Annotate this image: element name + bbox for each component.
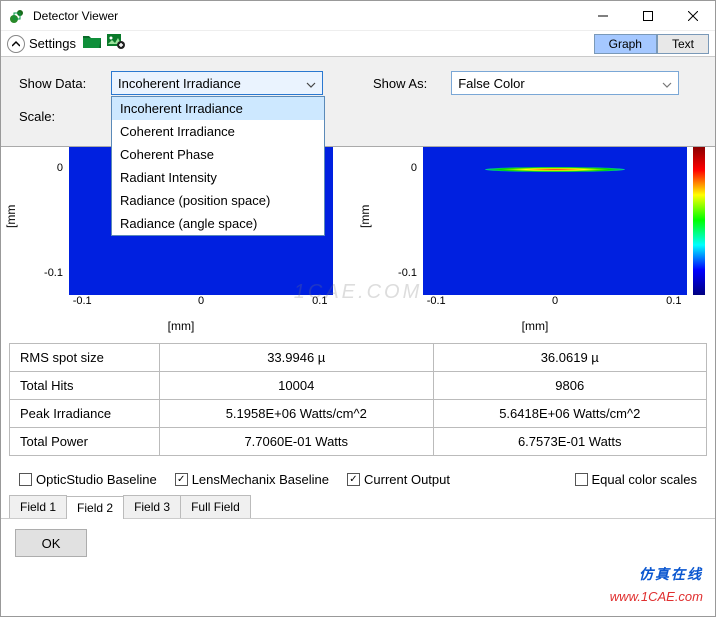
table-row: Peak Irradiance 5.1958E+06 Watts/cm^2 5.… <box>10 400 707 428</box>
show-as-value: False Color <box>458 76 524 91</box>
checkbox-row: OpticStudio Baseline LensMechanix Baseli… <box>1 464 715 495</box>
plots-area: [mm 0 -0.1 -0.1 0 0.1 [mm] [mm 0 -0.1 -0… <box>1 145 715 335</box>
y-ticks: 0 -0.1 <box>389 145 421 295</box>
checkbox-box-icon <box>347 473 360 486</box>
dropdown-option[interactable]: Coherent Irradiance <box>112 120 324 143</box>
row-label: Peak Irradiance <box>10 400 160 428</box>
y-ticks: 0 -0.1 <box>35 145 67 295</box>
titlebar: Detector Viewer <box>1 1 715 31</box>
ok-button[interactable]: OK <box>15 529 87 557</box>
show-as-combobox[interactable]: False Color <box>451 71 679 95</box>
table-row: RMS spot size 33.9946 µ 36.0619 µ <box>10 344 707 372</box>
tick: 0 <box>57 162 63 174</box>
settings-bar: Settings Graph Text <box>1 31 715 57</box>
checkbox-box-icon <box>175 473 188 486</box>
tick: 0 <box>411 162 417 174</box>
checkbox-box-icon <box>19 473 32 486</box>
show-as-label: Show As: <box>373 76 427 91</box>
x-ticks: -0.1 0 0.1 <box>69 295 333 315</box>
tick: -0.1 <box>427 295 446 307</box>
field-tabs: Field 1 Field 2 Field 3 Full Field <box>1 495 715 519</box>
tab-full-field[interactable]: Full Field <box>180 495 251 518</box>
row-label: RMS spot size <box>10 344 160 372</box>
results-table: RMS spot size 33.9946 µ 36.0619 µ Total … <box>9 343 707 456</box>
row-label: Total Power <box>10 428 160 456</box>
tab-field-1[interactable]: Field 1 <box>9 495 67 518</box>
tick: 0 <box>552 295 558 307</box>
x-ticks: -0.1 0 0.1 <box>423 295 687 315</box>
irradiance-spot <box>485 167 625 172</box>
close-button[interactable] <box>670 1 715 31</box>
scale-label: Scale: <box>19 109 101 124</box>
tab-field-3[interactable]: Field 3 <box>123 495 181 518</box>
tick: 0.1 <box>312 295 327 307</box>
controls-panel: Show Data: Incoherent Irradiance Incoher… <box>1 57 715 147</box>
checkbox-label: OpticStudio Baseline <box>36 472 157 487</box>
dropdown-option[interactable]: Radiance (position space) <box>112 189 324 212</box>
lensmechanix-baseline-checkbox[interactable]: LensMechanix Baseline <box>175 472 329 487</box>
tab-text[interactable]: Text <box>657 34 709 54</box>
y-axis-label: [mm <box>4 205 18 228</box>
tick: -0.1 <box>73 295 92 307</box>
tab-field-2[interactable]: Field 2 <box>66 496 124 519</box>
current-output-checkbox[interactable]: Current Output <box>347 472 450 487</box>
tick: 0 <box>198 295 204 307</box>
y-axis-label: [mm <box>358 205 372 228</box>
tick: 0.1 <box>666 295 681 307</box>
minimize-button[interactable] <box>580 1 625 31</box>
dropdown-option[interactable]: Radiant Intensity <box>112 166 324 189</box>
row-val-2: 6.7573E-01 Watts <box>433 428 707 456</box>
show-data-dropdown: Incoherent Irradiance Coherent Irradianc… <box>111 96 325 236</box>
open-folder-icon[interactable] <box>82 32 102 55</box>
show-data-label: Show Data: <box>19 76 101 91</box>
row-val-2: 9806 <box>433 372 707 400</box>
checkbox-label: Current Output <box>364 472 450 487</box>
watermark-text: 仿真在线 <box>639 564 703 584</box>
row-val-1: 10004 <box>160 372 434 400</box>
table-row: Total Hits 10004 9806 <box>10 372 707 400</box>
tick: -0.1 <box>398 267 417 279</box>
row-label: Total Hits <box>10 372 160 400</box>
checkbox-label: LensMechanix Baseline <box>192 472 329 487</box>
dropdown-option[interactable]: Incoherent Irradiance <box>112 97 324 120</box>
heatmap-canvas <box>423 145 687 295</box>
app-icon <box>9 8 25 24</box>
row-val-1: 7.7060E-01 Watts <box>160 428 434 456</box>
plot-right: [mm 0 -0.1 -0.1 0 0.1 [mm] <box>363 145 707 335</box>
colorbar <box>693 145 705 295</box>
x-axis-label: [mm] <box>168 319 195 333</box>
tab-graph[interactable]: Graph <box>594 34 657 54</box>
row-val-2: 36.0619 µ <box>433 344 707 372</box>
checkbox-label: Equal color scales <box>592 472 698 487</box>
dropdown-option[interactable]: Coherent Phase <box>112 143 324 166</box>
window-title: Detector Viewer <box>33 9 580 23</box>
row-val-2: 5.6418E+06 Watts/cm^2 <box>433 400 707 428</box>
show-data-value: Incoherent Irradiance <box>118 76 241 91</box>
chevron-down-icon <box>662 76 672 91</box>
show-data-combobox[interactable]: Incoherent Irradiance Incoherent Irradia… <box>111 71 323 95</box>
equal-color-scales-checkbox[interactable]: Equal color scales <box>575 472 698 487</box>
checkbox-box-icon <box>575 473 588 486</box>
settings-label: Settings <box>29 36 76 51</box>
chevron-down-icon <box>306 76 316 91</box>
watermark-url: www.1CAE.com <box>610 589 703 604</box>
opticstudio-baseline-checkbox[interactable]: OpticStudio Baseline <box>19 472 157 487</box>
x-axis-label: [mm] <box>522 319 549 333</box>
row-val-1: 33.9946 µ <box>160 344 434 372</box>
dropdown-option[interactable]: Radiance (angle space) <box>112 212 324 235</box>
row-val-1: 5.1958E+06 Watts/cm^2 <box>160 400 434 428</box>
tick: -0.1 <box>44 267 63 279</box>
add-image-icon[interactable] <box>106 32 126 55</box>
maximize-button[interactable] <box>625 1 670 31</box>
table-row: Total Power 7.7060E-01 Watts 6.7573E-01 … <box>10 428 707 456</box>
collapse-settings-button[interactable] <box>7 35 25 53</box>
